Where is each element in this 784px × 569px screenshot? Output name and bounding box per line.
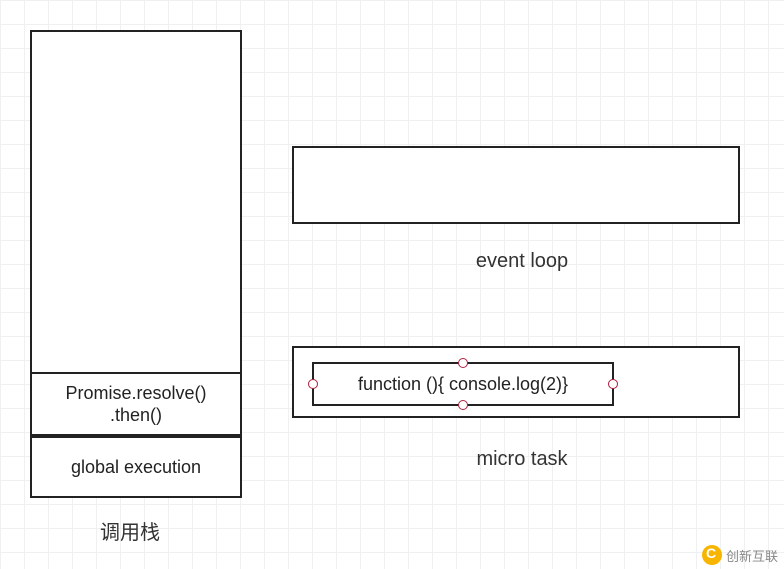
event-loop-label: event loop xyxy=(452,250,592,273)
selection-handle-icon[interactable] xyxy=(608,379,618,389)
micro-task-label: micro task xyxy=(452,448,592,471)
stack-frame-label: global execution xyxy=(71,456,201,479)
event-loop-box xyxy=(292,146,740,224)
diagram-canvas: Promise.resolve() .then() global executi… xyxy=(0,0,784,569)
watermark: 创新互联 xyxy=(702,545,778,565)
call-stack-label: 调用栈 xyxy=(70,516,190,545)
selection-handle-icon[interactable] xyxy=(458,400,468,410)
micro-task-box: function (){ console.log(2)} xyxy=(292,346,740,418)
selection-handle-icon[interactable] xyxy=(308,379,318,389)
micro-task-item-label: function (){ console.log(2)} xyxy=(358,374,568,395)
stack-frame: global execution xyxy=(30,436,242,498)
selection-handle-icon[interactable] xyxy=(458,358,468,368)
logo-icon xyxy=(702,545,722,565)
micro-task-item[interactable]: function (){ console.log(2)} xyxy=(312,362,614,406)
stack-frame: Promise.resolve() .then() xyxy=(30,372,242,436)
call-stack-box: Promise.resolve() .then() global executi… xyxy=(30,30,242,498)
watermark-text: 创新互联 xyxy=(726,546,778,565)
stack-frame-label: Promise.resolve() .then() xyxy=(65,382,206,427)
